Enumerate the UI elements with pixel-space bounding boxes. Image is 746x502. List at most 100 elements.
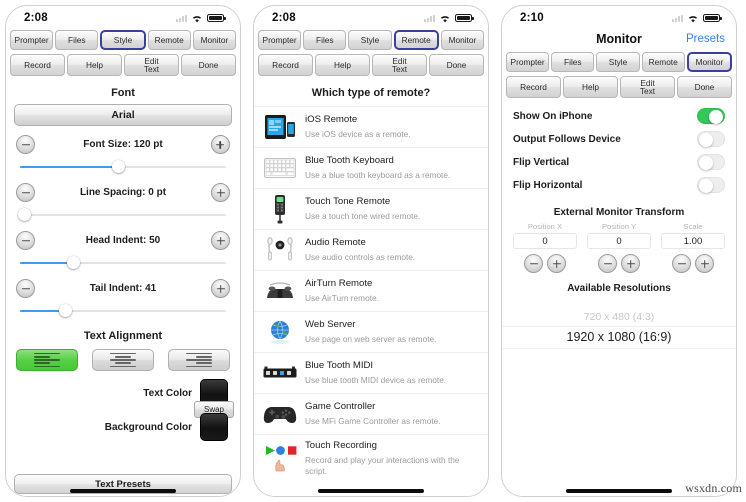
tab-style[interactable]: Style: [596, 52, 640, 72]
list-item[interactable]: Touch Tone Remote Use a touch tone wired…: [254, 188, 488, 229]
tab-edit-text[interactable]: Edit Text: [372, 54, 427, 76]
available-resolutions-title: Available Resolutions: [567, 283, 671, 294]
plus-icon[interactable]: [211, 183, 230, 202]
tab-style[interactable]: Style: [100, 30, 146, 50]
status-indicators: [176, 13, 226, 23]
ipad-iphone-icon: [263, 112, 297, 142]
tab-monitor[interactable]: Monitor: [686, 52, 733, 72]
list-item[interactable]: Game Controller Use MFi Game Controller …: [254, 393, 488, 434]
tab-edit-text[interactable]: Edit Text: [124, 54, 179, 76]
font-size-slider[interactable]: [20, 160, 226, 174]
list-item[interactable]: Web Server Use page on web server as rem…: [254, 311, 488, 352]
minus-icon[interactable]: [598, 254, 617, 273]
tab-files[interactable]: Files: [55, 30, 99, 50]
slider-thumb[interactable]: [112, 160, 126, 173]
tab-files[interactable]: Files: [551, 52, 595, 72]
signal-bars-icon: [672, 14, 683, 22]
slider-thumb[interactable]: [58, 304, 72, 317]
tab-help[interactable]: Help: [67, 54, 122, 76]
minus-icon[interactable]: [16, 231, 35, 250]
position-x-field-group: Position X 0: [513, 222, 577, 273]
line-spacing-slider[interactable]: [17, 208, 226, 222]
tab-done[interactable]: Done: [677, 76, 732, 98]
position-y-field-group: Position Y 0: [587, 222, 651, 273]
slider-fill: [20, 166, 119, 168]
tab-prompter[interactable]: Prompter: [10, 30, 54, 50]
tab-monitor[interactable]: Monitor: [192, 30, 237, 50]
slider-thumb[interactable]: [17, 208, 31, 221]
plus-icon[interactable]: [547, 254, 566, 273]
plus-icon[interactable]: [695, 254, 714, 273]
flip-horizontal-toggle[interactable]: [697, 177, 725, 193]
remote-type-list: iOS Remote Use iOS device as a remote. B…: [254, 106, 488, 482]
field-caption: Position X: [527, 222, 563, 231]
minus-icon[interactable]: [524, 254, 543, 273]
position-y-input[interactable]: 0: [587, 233, 651, 249]
tab-edit-text[interactable]: Edit Text: [620, 76, 675, 98]
signal-bars-icon: [176, 14, 187, 22]
tab-style[interactable]: Style: [348, 30, 392, 50]
tab-prompter[interactable]: Prompter: [506, 52, 550, 72]
tab-monitor[interactable]: Monitor: [440, 30, 485, 50]
show-on-iphone-toggle[interactable]: [697, 108, 725, 124]
tab-row-primary: Prompter Files Style Remote Monitor: [254, 28, 488, 52]
plus-icon[interactable]: [211, 279, 230, 298]
list-item[interactable]: Blue Tooth Keyboard Use a blue tooth key…: [254, 147, 488, 188]
list-item-title: Web Server: [305, 319, 356, 331]
tab-help[interactable]: Help: [563, 76, 618, 98]
tab-files[interactable]: Files: [303, 30, 347, 50]
head-indent-slider[interactable]: [20, 256, 226, 270]
tab-record[interactable]: Record: [10, 54, 65, 76]
status-bar: 2:10: [502, 6, 736, 28]
tail-indent-slider[interactable]: [20, 304, 226, 318]
list-item[interactable]: Blue Tooth MIDI Use blue tooth MIDI devi…: [254, 352, 488, 393]
resolution-list: 720 x 480 (4:3) 1920 x 1080 (16:9): [502, 308, 736, 349]
align-left-icon[interactable]: [16, 349, 78, 371]
scale-input[interactable]: 1.00: [661, 233, 725, 249]
tab-record[interactable]: Record: [506, 76, 561, 98]
tab-prompter[interactable]: Prompter: [258, 30, 302, 50]
footpedal-icon: [263, 276, 297, 306]
tab-done[interactable]: Done: [429, 54, 484, 76]
list-item-title: Touch Tone Remote: [305, 196, 391, 208]
home-indicator: [70, 489, 176, 493]
plus-icon[interactable]: [621, 254, 640, 273]
tab-remote[interactable]: Remote: [393, 30, 439, 50]
list-item[interactable]: iOS Remote Use iOS device as a remote.: [254, 106, 488, 147]
tab-help[interactable]: Help: [315, 54, 370, 76]
resolution-option-selected[interactable]: 1920 x 1080 (16:9): [502, 326, 736, 349]
flip-vertical-toggle[interactable]: [697, 154, 725, 170]
tab-record[interactable]: Record: [258, 54, 313, 76]
font-select-button[interactable]: Arial: [14, 104, 232, 126]
line-spacing-stepper-row: Line Spacing: 0 pt: [6, 183, 240, 202]
minus-icon[interactable]: [672, 254, 691, 273]
tab-done[interactable]: Done: [181, 54, 236, 76]
touch-tone-remote-icon: [263, 194, 297, 224]
presets-link[interactable]: Presets: [686, 33, 725, 45]
align-right-icon[interactable]: [168, 349, 230, 371]
align-center-icon[interactable]: [92, 349, 154, 371]
slider-thumb[interactable]: [67, 256, 81, 269]
gamepad-icon: [263, 399, 297, 429]
minus-icon[interactable]: [16, 135, 35, 154]
list-item[interactable]: Audio Remote Use audio controls as remot…: [254, 229, 488, 270]
background-color-label: Background Color: [104, 421, 192, 433]
wifi-icon: [439, 14, 451, 23]
tab-remote[interactable]: Remote: [147, 30, 191, 50]
background-color-swatch[interactable]: [200, 413, 228, 441]
plus-icon[interactable]: [211, 231, 230, 250]
earbuds-icon: [263, 235, 297, 265]
tab-remote[interactable]: Remote: [641, 52, 685, 72]
phone-panel-remote: 2:08 Prompter Files Style Remote Monitor…: [253, 5, 489, 497]
minus-icon[interactable]: [16, 279, 35, 298]
list-item[interactable]: Touch Recording Record and play your int…: [254, 434, 488, 482]
resolution-option[interactable]: 720 x 480 (4:3): [502, 308, 736, 326]
list-item-desc: Use blue tooth MIDI device as remote.: [305, 375, 447, 386]
list-item-desc: Use page on web server as remote.: [305, 334, 437, 345]
head-indent-stepper-row: Head Indent: 50: [6, 231, 240, 250]
output-follows-device-toggle[interactable]: [697, 131, 725, 147]
list-item[interactable]: AirTurn Remote Use AirTurn remote.: [254, 270, 488, 311]
position-x-input[interactable]: 0: [513, 233, 577, 249]
plus-icon[interactable]: [210, 135, 230, 154]
minus-icon[interactable]: [16, 183, 35, 202]
